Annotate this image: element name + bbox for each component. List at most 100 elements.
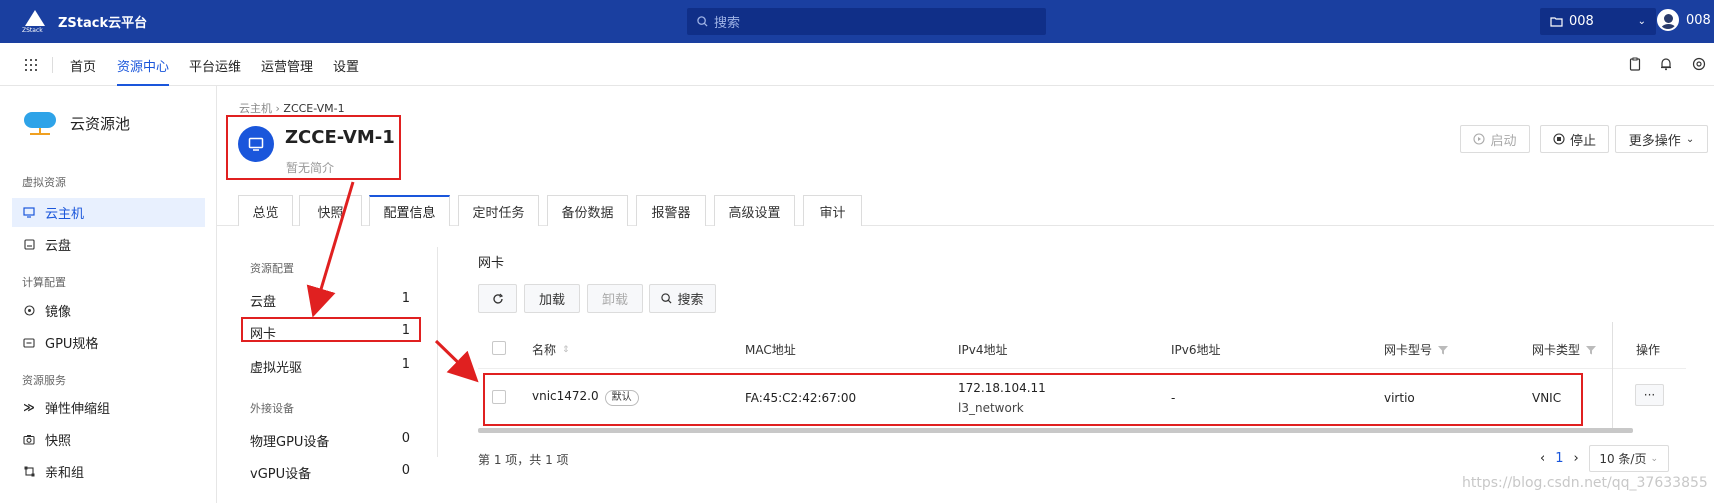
tab-alarm[interactable]: 报警器 (636, 195, 706, 226)
nav-item-home[interactable]: 首页 (70, 56, 96, 75)
sidebar-item-label: 弹性伸缩组 (45, 402, 111, 417)
select-all-checkbox[interactable] (492, 341, 506, 355)
watermark: https://blog.csdn.net/qq_37633855 (1462, 475, 1708, 491)
tab-audit[interactable]: 审计 (803, 195, 862, 226)
project-select[interactable]: 008 ⌄ (1540, 8, 1656, 35)
row-more-button[interactable]: ··· (1635, 384, 1664, 406)
clipboard-icon[interactable] (1628, 57, 1642, 71)
column-actions: 操作 (1636, 341, 1660, 358)
image-icon (23, 305, 35, 317)
column-ipv6: IPv6地址 (1171, 341, 1221, 358)
table-header: 名称 ⇕ MAC地址 IPv4地址 IPv6地址 网卡型号 网卡类型 操作 (478, 329, 1686, 369)
bell-icon[interactable] (1659, 57, 1673, 71)
config-column-divider (437, 247, 438, 457)
sidebar-item-label: 云主机 (45, 207, 85, 222)
stop-label: 停止 (1569, 133, 1596, 149)
config-item-cdrom[interactable]: 虚拟光驱 1 (250, 357, 410, 376)
sidebar-item-label: 亲和组 (45, 466, 85, 481)
load-button[interactable]: 加载 (524, 284, 580, 313)
config-item-label: 物理GPU设备 (250, 435, 330, 450)
start-label: 启动 (1490, 133, 1517, 149)
nav-item-operations[interactable]: 运营管理 (261, 56, 313, 75)
user-menu[interactable]: 008 (1657, 9, 1711, 31)
sidebar-item-gpu-spec[interactable]: GPU规格 (12, 328, 205, 357)
stop-button[interactable]: 停止 (1540, 125, 1609, 153)
column-type[interactable]: 网卡类型 (1532, 341, 1597, 358)
affinity-icon (23, 466, 35, 478)
config-item-label: 虚拟光驱 (250, 361, 303, 376)
config-item-count: 1 (401, 357, 410, 372)
fixed-column-shadow (1612, 322, 1613, 429)
prev-page-icon[interactable]: ‹ (1540, 451, 1545, 466)
sidebar-item-vm[interactable]: 云主机 (12, 198, 205, 227)
disk-icon (23, 239, 35, 251)
folder-icon (1550, 17, 1563, 27)
sidebar-item-affinity[interactable]: 亲和组 (12, 457, 205, 486)
more-actions-button[interactable]: 更多操作 ⌄ (1615, 125, 1708, 153)
current-page[interactable]: 1 (1555, 451, 1563, 466)
start-button[interactable]: 启动 (1460, 125, 1530, 153)
logo-text: ZStack (22, 27, 43, 34)
sort-icon[interactable]: ⇕ (562, 345, 570, 355)
search-placeholder: 搜索 (714, 16, 741, 31)
unload-button[interactable]: 卸载 (587, 284, 643, 313)
global-search-input[interactable]: 搜索 (687, 8, 1046, 35)
config-item-count: 0 (401, 431, 410, 446)
sidebar-item-snapshot[interactable]: 快照 (12, 425, 205, 454)
tab-overview[interactable]: 总览 (238, 195, 293, 226)
sidebar-item-autoscale[interactable]: ≫ 弹性伸缩组 (12, 393, 205, 422)
chevron-down-icon: ⌄ (1650, 453, 1659, 464)
highlight-box-nic-item (241, 317, 421, 342)
refresh-button[interactable] (478, 284, 517, 313)
tab-config[interactable]: 配置信息 (369, 195, 450, 226)
cloud-pool-icon (24, 110, 56, 136)
app-grid-icon[interactable] (25, 59, 37, 71)
help-icon[interactable] (1692, 57, 1706, 71)
config-item-disk[interactable]: 云盘 1 (250, 291, 410, 310)
column-label: MAC地址 (745, 343, 796, 357)
config-item-label: 云盘 (250, 295, 277, 310)
column-model[interactable]: 网卡型号 (1384, 341, 1449, 358)
nav-item-settings[interactable]: 设置 (333, 56, 359, 75)
config-item-gpu[interactable]: 物理GPU设备 0 (250, 431, 410, 450)
column-name[interactable]: 名称 ⇕ (532, 341, 570, 358)
user-name: 008 (1686, 12, 1711, 28)
tab-schedule[interactable]: 定时任务 (458, 195, 539, 226)
sidebar-item-label: 快照 (45, 434, 72, 449)
section-title: 网卡 (478, 256, 505, 271)
column-label: 操作 (1636, 343, 1661, 357)
column-label: IPv4地址 (958, 343, 1008, 357)
tab-snapshot[interactable]: 快照 (299, 195, 362, 226)
search-icon (661, 293, 672, 304)
monitor-icon (23, 207, 35, 219)
sidebar: 云资源池 虚拟资源 云主机 云盘 计算配置 镜像 GPU规格 资源服务 ≫ 弹性… (0, 86, 217, 503)
nav-divider (52, 57, 53, 73)
stop-circle-icon (1553, 133, 1565, 145)
chevron-down-icon: ⌄ (1637, 16, 1646, 27)
highlight-box-nic-row (483, 373, 1583, 426)
column-label: 网卡类型 (1532, 343, 1581, 357)
sidebar-group-title: 虚拟资源 (22, 176, 66, 189)
tab-advanced[interactable]: 高级设置 (714, 195, 795, 226)
project-name: 008 (1569, 14, 1594, 29)
nav-item-platform-ops[interactable]: 平台运维 (189, 56, 241, 75)
horizontal-scrollbar[interactable] (478, 428, 1633, 433)
play-circle-icon (1473, 133, 1486, 145)
config-item-vgpu[interactable]: vGPU设备 0 (250, 463, 410, 482)
breadcrumb-parent[interactable]: 云主机 (239, 102, 272, 115)
sidebar-item-image[interactable]: 镜像 (12, 296, 205, 325)
breadcrumb-current: ZCCE-VM-1 (283, 102, 345, 115)
tab-backup[interactable]: 备份数据 (547, 195, 628, 226)
search-button-label: 搜索 (677, 293, 704, 308)
search-button[interactable]: 搜索 (649, 284, 716, 313)
column-mac: MAC地址 (745, 341, 796, 358)
highlight-box-vm-header (226, 115, 401, 180)
page-size-select[interactable]: 10 条/页 ⌄ (1588, 445, 1669, 472)
config-item-count: 1 (401, 291, 410, 306)
sidebar-item-disk[interactable]: 云盘 (12, 230, 205, 259)
filter-icon[interactable] (1438, 345, 1449, 355)
filter-icon[interactable] (1586, 345, 1597, 355)
next-page-icon[interactable]: › (1573, 451, 1578, 466)
nav-item-resource-center[interactable]: 资源中心 (117, 56, 169, 75)
brand[interactable]: ZStack ZStack云平台 (22, 8, 147, 34)
